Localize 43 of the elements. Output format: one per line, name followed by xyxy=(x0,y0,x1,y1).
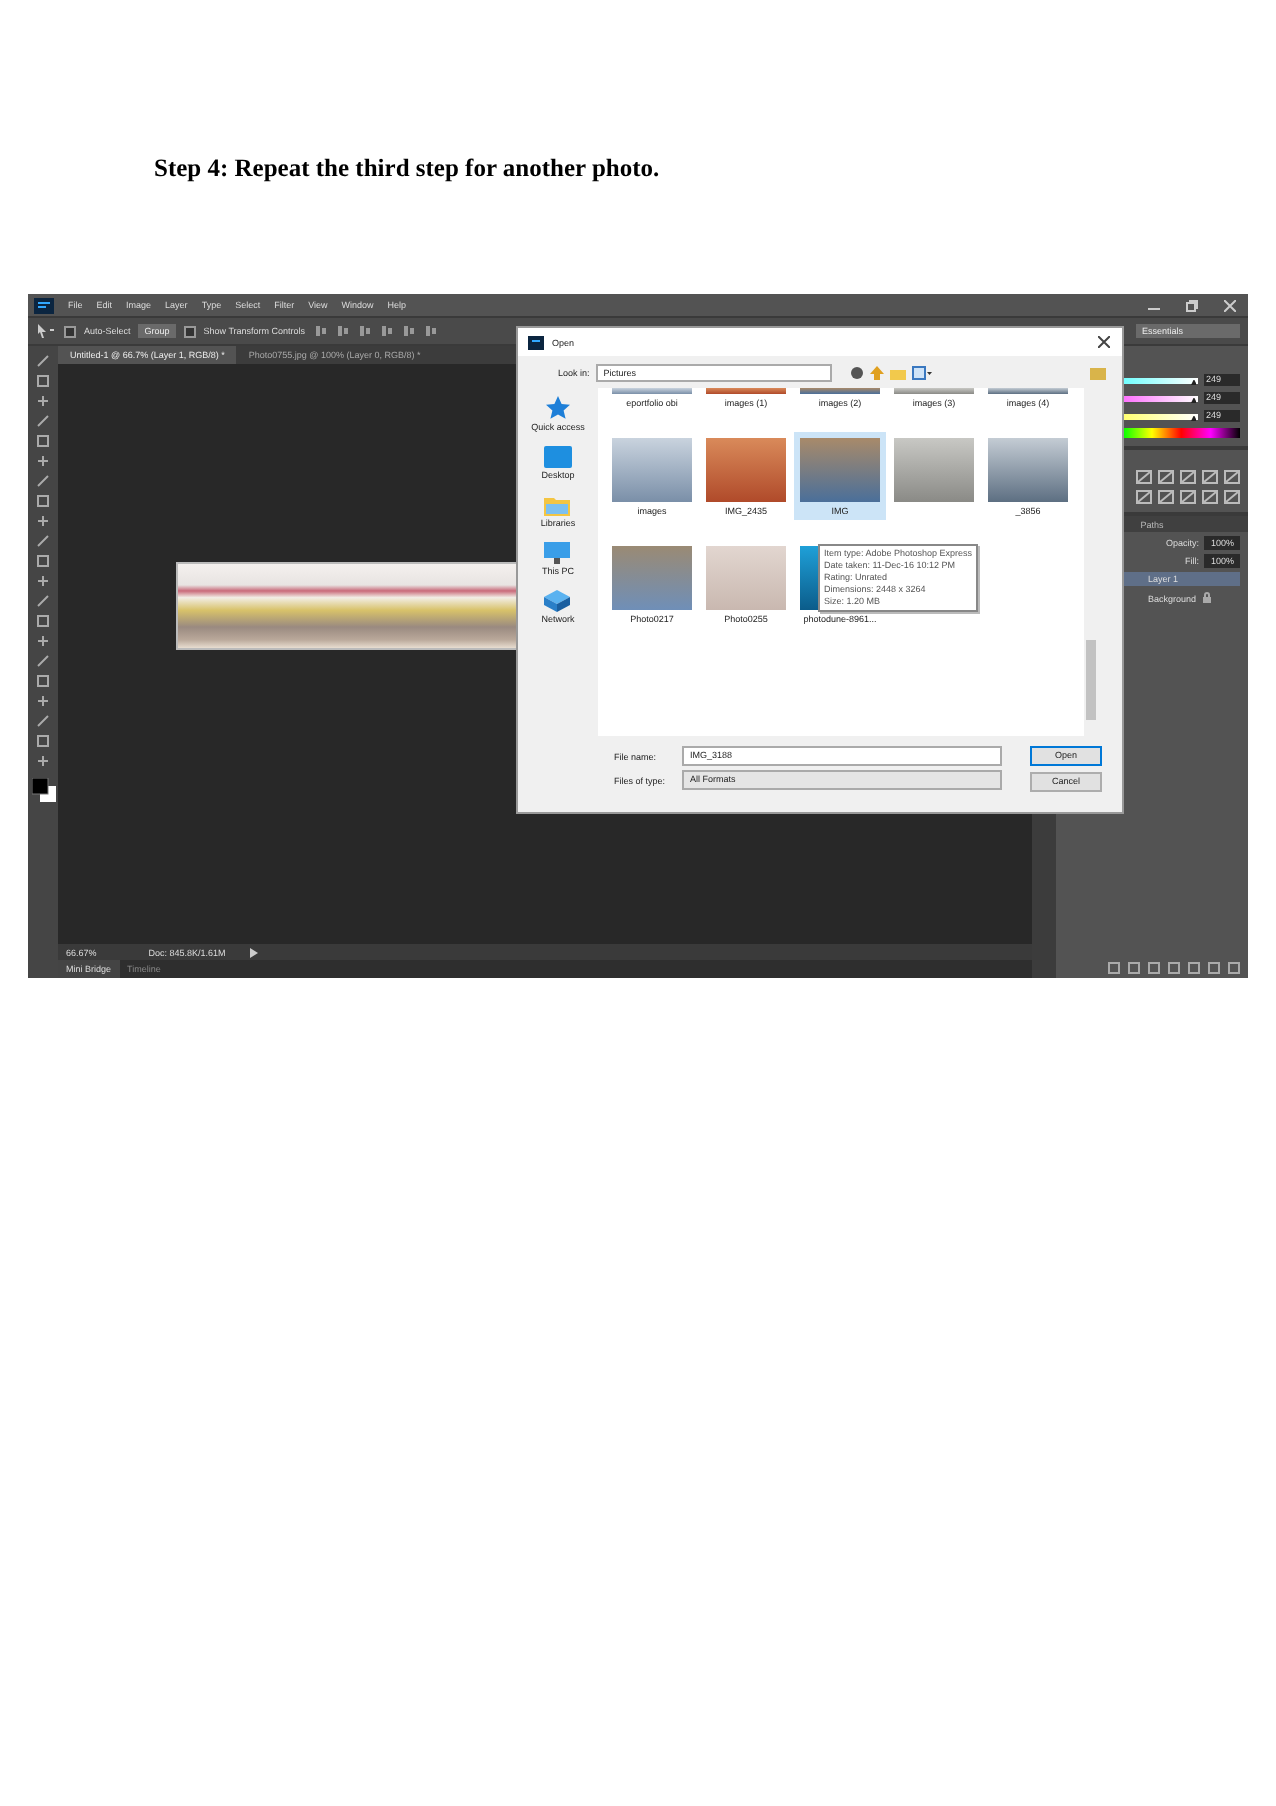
adjustment-icon[interactable] xyxy=(1202,490,1218,504)
adjustment-icon[interactable] xyxy=(1136,490,1152,504)
app-logo-icon xyxy=(528,335,544,349)
align-icon[interactable] xyxy=(335,324,350,338)
folder-icon xyxy=(544,494,571,516)
checkbox[interactable] xyxy=(183,325,196,337)
back-icon[interactable] xyxy=(849,365,864,379)
tool-icon[interactable] xyxy=(36,634,50,648)
align-icon[interactable] xyxy=(401,324,416,338)
view-menu-icon[interactable] xyxy=(911,365,932,379)
tool-icon[interactable] xyxy=(36,754,50,768)
slider-thumb[interactable] xyxy=(1190,379,1197,385)
move-tool-icon[interactable] xyxy=(36,324,56,338)
align-icon[interactable] xyxy=(379,324,394,338)
desktop-icon xyxy=(543,446,572,468)
tool-icon[interactable] xyxy=(36,514,50,528)
close-icon[interactable] xyxy=(1098,336,1110,348)
play-icon[interactable] xyxy=(249,947,258,957)
adjustment-icon[interactable] xyxy=(1202,470,1218,484)
network-icon xyxy=(544,590,571,612)
slider-thumb[interactable] xyxy=(1190,397,1197,403)
tool-icon[interactable] xyxy=(36,454,50,468)
tool-icon[interactable] xyxy=(36,574,50,588)
monitor-icon xyxy=(544,542,571,564)
align-icon[interactable] xyxy=(423,324,438,338)
adjustment-icon[interactable] xyxy=(1136,470,1152,484)
adjustment-icon[interactable] xyxy=(1180,490,1196,504)
adjustment-icon[interactable] xyxy=(1158,470,1174,484)
step-heading: Step 4: Repeat the third step for another photo. xyxy=(154,154,662,184)
tool-icon[interactable] xyxy=(36,694,50,708)
tool-icon[interactable] xyxy=(36,394,50,408)
adjustment-icon[interactable] xyxy=(1180,470,1196,484)
adjustment-icon[interactable] xyxy=(1224,490,1240,504)
app-logo-icon xyxy=(34,297,54,313)
align-icon[interactable] xyxy=(357,324,372,338)
align-icon[interactable] xyxy=(313,324,328,338)
color-swatches-icon[interactable] xyxy=(31,778,55,802)
adjustment-icon[interactable] xyxy=(1224,470,1240,484)
star-icon xyxy=(545,396,570,420)
adjustment-icon[interactable] xyxy=(1158,490,1174,504)
checkbox[interactable] xyxy=(64,325,76,337)
slider-thumb[interactable] xyxy=(1190,415,1197,421)
restore-icon[interactable] xyxy=(1186,299,1198,311)
